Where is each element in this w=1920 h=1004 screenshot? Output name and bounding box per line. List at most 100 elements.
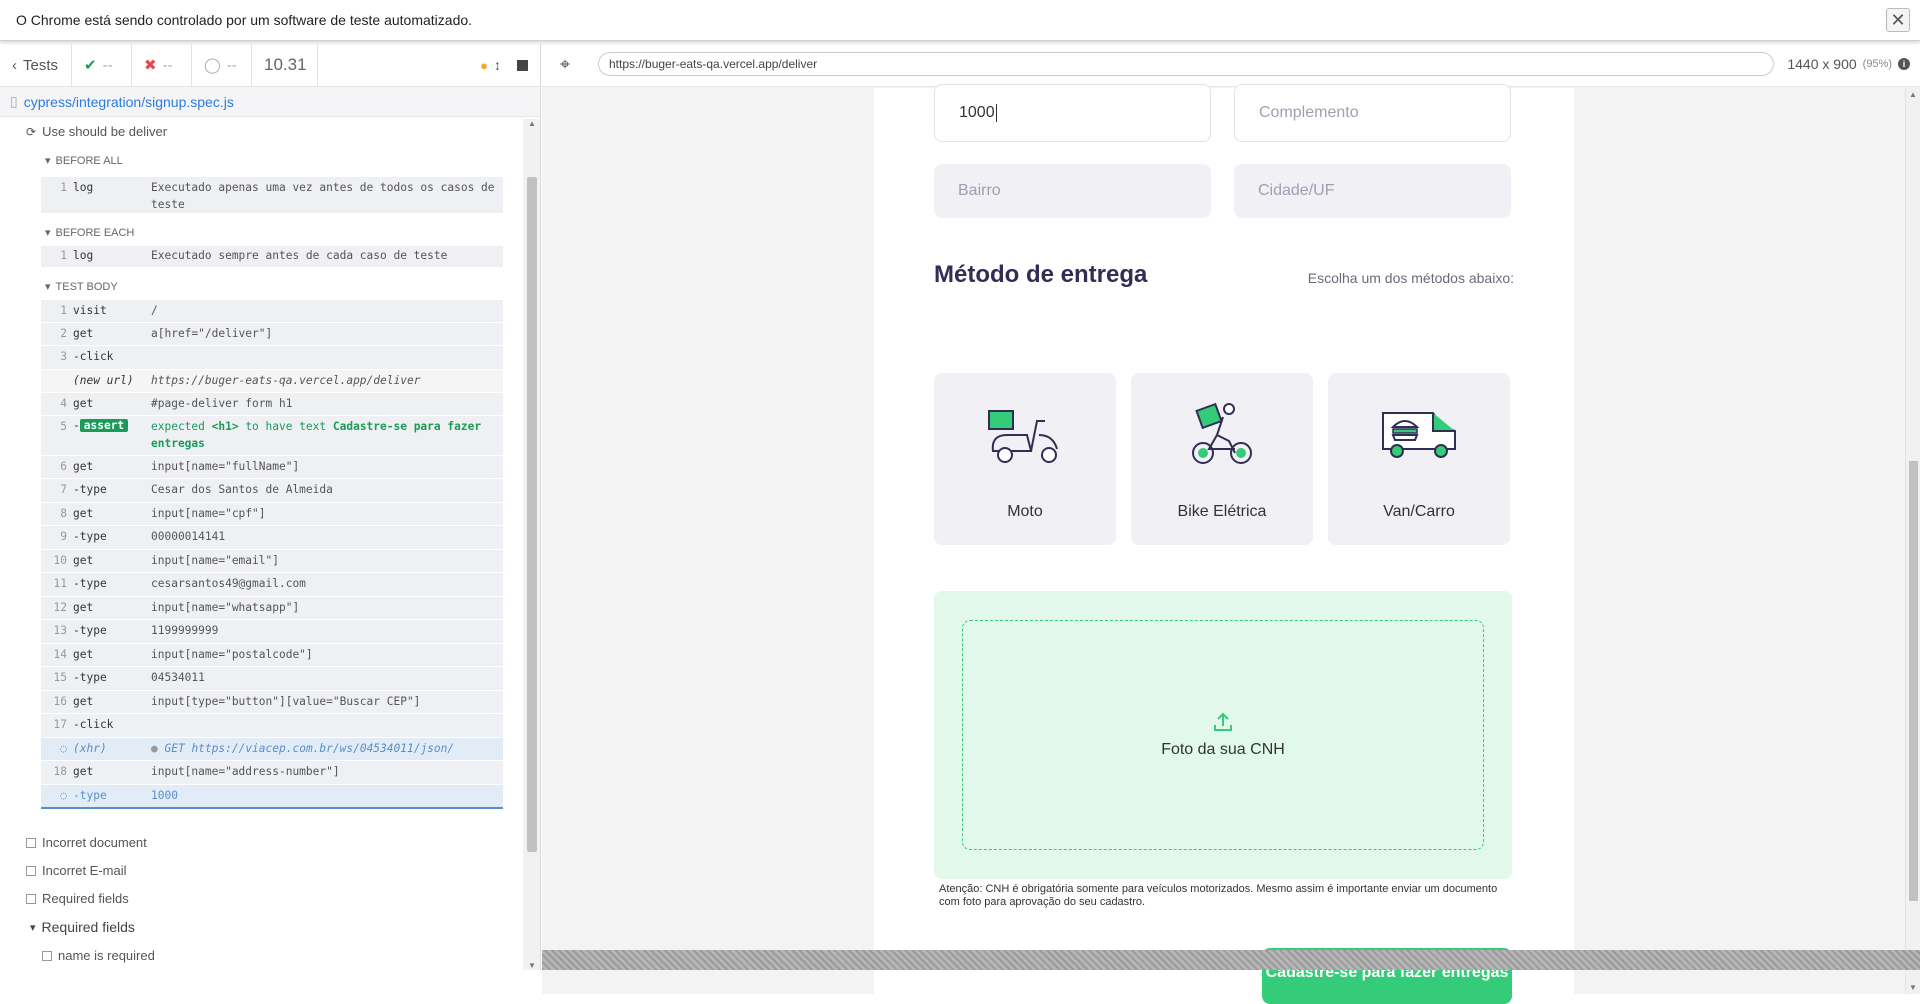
- city-uf-placeholder: Cidade/UF: [1258, 182, 1335, 199]
- command-number: 13: [53, 624, 67, 637]
- failed-stat: ✖ --: [132, 44, 192, 86]
- scrollbar-thumb[interactable]: [527, 177, 537, 852]
- auto-scroll-toggle[interactable]: ● ↕: [476, 44, 505, 86]
- passed-stat: ✔ --: [72, 44, 132, 86]
- command-message: https://buger-eats-qa.vercel.app/deliver: [151, 374, 421, 387]
- command-number: 1: [60, 181, 67, 194]
- command-name: -type: [73, 789, 107, 802]
- command-row-new-url[interactable]: (new url) https://buger-eats-qa.vercel.ap…: [41, 370, 503, 393]
- test-item[interactable]: Required fields: [26, 891, 129, 906]
- command-message: 1199999999: [151, 624, 219, 637]
- delivery-method-bike[interactable]: Bike Elétrica: [1131, 373, 1313, 545]
- scroll-down-icon[interactable]: ▼: [528, 961, 536, 970]
- dropzone-inner[interactable]: Foto da sua CNH: [962, 620, 1484, 850]
- test-item[interactable]: name is required: [42, 948, 155, 963]
- sub-suite[interactable]: ▾ Required fields: [30, 919, 135, 935]
- spec-path[interactable]: cypress/integration/signup.spec.js: [24, 94, 234, 110]
- tests-button[interactable]: ‹ Tests: [0, 44, 72, 86]
- command-row[interactable]: 8 get input[name="cpf"]: [41, 503, 503, 526]
- selector-playground-icon[interactable]: ⌖: [560, 54, 570, 75]
- aut-scrollbar[interactable]: ▲ ▼: [1905, 88, 1920, 994]
- complement-placeholder: Complemento: [1259, 104, 1359, 121]
- circle-icon: ◯: [204, 57, 221, 74]
- command-row[interactable]: 6 get input[name="fullName"]: [41, 456, 503, 479]
- command-number: 18: [53, 765, 67, 778]
- status-dot-icon: ●: [480, 57, 488, 73]
- command-message: /: [151, 304, 158, 317]
- hook-test-body[interactable]: ▾ TEST BODY: [45, 280, 118, 294]
- command-row-xhr[interactable]: ◌ (xhr) ● GET https://viacep.com.br/ws/0…: [41, 738, 503, 761]
- upload-icon: [1214, 712, 1232, 731]
- command-row-assert[interactable]: 5 - assert expected <h1> to have text Cad…: [41, 416, 503, 456]
- infobar-close-button[interactable]: ✕: [1886, 8, 1910, 32]
- command-row-active[interactable]: ◌ -type 1000: [41, 785, 503, 809]
- caret-down-icon: ▾: [30, 921, 36, 934]
- command-name: (new url): [73, 374, 134, 387]
- command-name: get: [73, 695, 94, 708]
- method-label: Bike Elétrica: [1177, 503, 1267, 520]
- command-row[interactable]: 7 -type Cesar dos Santos de Almeida: [41, 479, 503, 503]
- stop-button[interactable]: [505, 44, 540, 86]
- command-row[interactable]: 3 -click: [41, 346, 503, 370]
- assert-badge: assert: [79, 419, 129, 432]
- hook-before-all[interactable]: ▾ BEFORE ALL: [45, 154, 123, 168]
- command-row[interactable]: 1 log Executado sempre antes de cada cas…: [41, 246, 503, 268]
- city-uf-input[interactable]: Cidade/UF: [1234, 164, 1511, 218]
- delivery-method-moto[interactable]: Moto: [934, 373, 1116, 545]
- command-message: 00000014141: [151, 530, 226, 543]
- command-row[interactable]: 18 get input[name="address-number"]: [41, 761, 503, 785]
- method-label: Moto: [1007, 503, 1043, 520]
- command-name: -type: [73, 671, 107, 684]
- caret-down-icon: ▾: [45, 227, 51, 239]
- command-message: cesarsantos49@gmail.com: [151, 577, 306, 590]
- command-row[interactable]: 4 get #page-deliver form h1: [41, 393, 503, 416]
- scroll-down-icon[interactable]: ▼: [1909, 983, 1917, 992]
- command-row[interactable]: 2 get a[href="/deliver"]: [41, 323, 503, 346]
- sub-suite-title: Required fields: [41, 919, 135, 935]
- command-number: 14: [53, 648, 67, 661]
- command-row[interactable]: 13 -type 1199999999: [41, 620, 503, 644]
- command-name: log: [73, 181, 94, 194]
- address-number-value: 1000: [959, 104, 995, 121]
- command-row[interactable]: 10 get input[name="email"]: [41, 550, 503, 573]
- scrollbar-thumb[interactable]: [1909, 461, 1918, 901]
- command-row[interactable]: 11 -type cesarsantos49@gmail.com: [41, 573, 503, 597]
- hook-before-each[interactable]: ▾ BEFORE EACH: [45, 226, 134, 240]
- tests-label: Tests: [23, 56, 59, 74]
- viewport-info[interactable]: 1440 x 900 (95%) i: [1787, 56, 1910, 72]
- scroll-up-icon[interactable]: ▲: [1909, 90, 1917, 99]
- command-number: 7: [60, 483, 67, 496]
- command-row[interactable]: 9 -type 00000014141: [41, 526, 503, 550]
- aut-url-bar[interactable]: https://buger-eats-qa.vercel.app/deliver: [598, 52, 1774, 76]
- app-under-test-panel: ⌖ https://buger-eats-qa.vercel.app/deliv…: [542, 44, 1920, 1004]
- command-message: input[name="whatsapp"]: [151, 601, 300, 614]
- cnh-dropzone[interactable]: Foto da sua CNH: [934, 591, 1512, 879]
- spec-path-bar[interactable]: ▯ cypress/integration/signup.spec.js: [0, 87, 540, 117]
- xhr-url: GET https://viacep.com.br/ws/04534011/js…: [164, 742, 455, 755]
- command-row[interactable]: 16 get input[type="button"][value="Buscar …: [41, 691, 503, 714]
- delivery-method-van[interactable]: Van/Carro: [1328, 373, 1510, 545]
- command-row[interactable]: 15 -type 04534011: [41, 667, 503, 691]
- test-item[interactable]: Incorret E-mail: [26, 863, 127, 878]
- command-number: 8: [60, 507, 67, 520]
- district-input[interactable]: Bairro: [934, 164, 1211, 218]
- suite-title[interactable]: ⟳ Use should be deliver: [26, 124, 167, 139]
- command-name: get: [73, 765, 94, 778]
- command-message: 1000: [151, 789, 178, 802]
- command-name: get: [73, 397, 94, 410]
- command-number: 1: [60, 304, 67, 317]
- address-number-input[interactable]: 1000: [934, 84, 1211, 142]
- upload-label: Foto da sua CNH: [1161, 741, 1285, 758]
- scroll-up-icon[interactable]: ▲: [528, 119, 536, 128]
- command-row[interactable]: 17 -click: [41, 714, 503, 738]
- address-details-input[interactable]: Complemento: [1234, 84, 1511, 142]
- command-row[interactable]: 1 visit /: [41, 300, 503, 323]
- command-row[interactable]: 1 log Executado apenas uma vez antes de …: [41, 177, 503, 214]
- cypress-runner-panel: ‹ Tests ✔ -- ✖ -- ◯ -- 10.31 ● ↕ ▯ cypre…: [0, 44, 541, 970]
- command-row[interactable]: 12 get input[name="whatsapp"]: [41, 597, 503, 620]
- command-name: -type: [73, 624, 107, 637]
- spinner-icon: ◌: [60, 742, 67, 755]
- command-row[interactable]: 14 get input[name="postalcode"]: [41, 644, 503, 667]
- test-item[interactable]: Incorret document: [26, 835, 147, 850]
- runner-scrollbar[interactable]: ▲ ▼: [523, 119, 540, 970]
